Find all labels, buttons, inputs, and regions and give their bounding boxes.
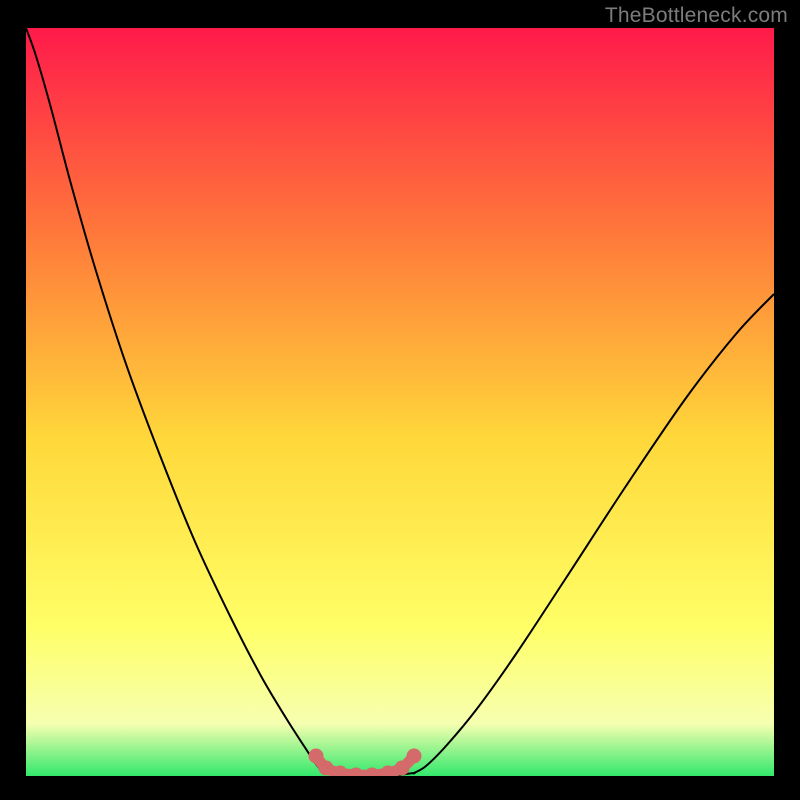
- valley-marker-dot: [309, 749, 324, 764]
- plot-area: [26, 28, 774, 776]
- chart-frame: TheBottleneck.com: [0, 0, 800, 800]
- valley-marker-dot: [407, 749, 422, 764]
- gradient-background: [26, 28, 774, 776]
- watermark-text: TheBottleneck.com: [605, 4, 788, 28]
- chart-svg: [26, 28, 774, 776]
- valley-marker-dot: [319, 761, 334, 776]
- valley-marker-dot: [395, 761, 410, 776]
